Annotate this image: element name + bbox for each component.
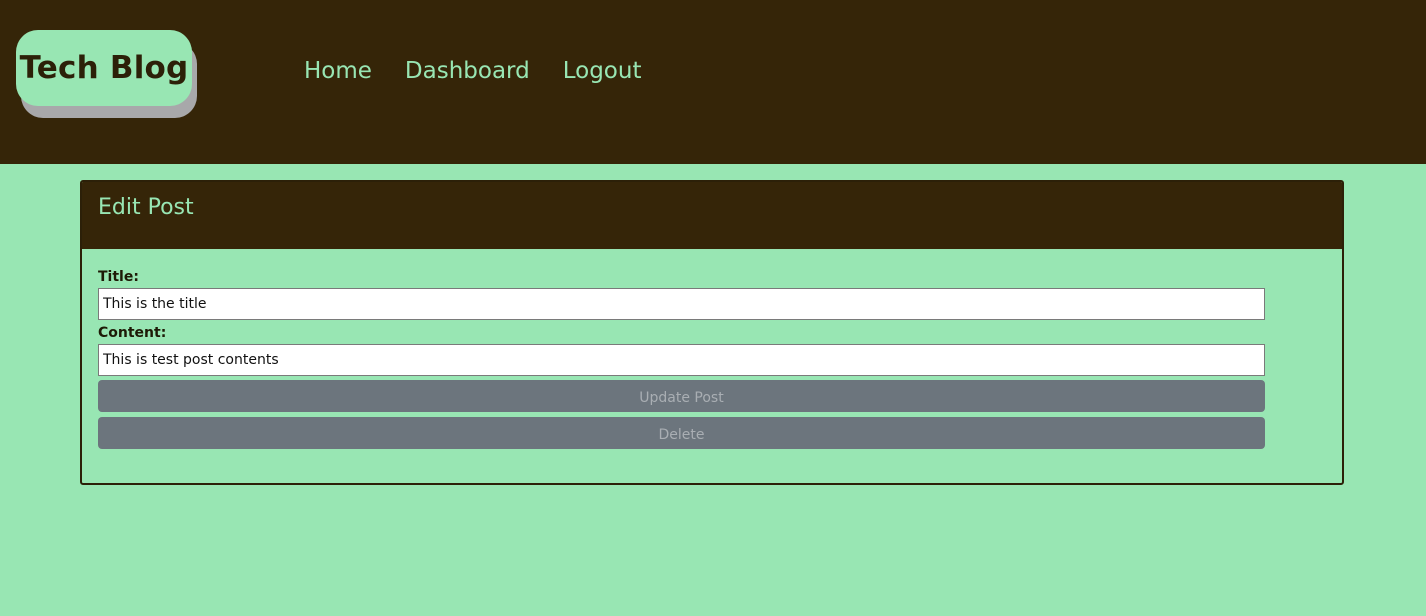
title-input[interactable] <box>98 288 1265 320</box>
logo-text[interactable]: Tech Blog <box>16 30 192 106</box>
nav-link-dashboard[interactable]: Dashboard <box>405 55 530 87</box>
nav-link-logout[interactable]: Logout <box>563 55 642 87</box>
main-nav: Home Dashboard Logout <box>304 55 641 87</box>
card-title: Edit Post <box>98 195 194 220</box>
delete-button[interactable]: Delete <box>98 417 1265 449</box>
edit-post-card: Edit Post Title: Content: Update Post De… <box>80 180 1344 485</box>
title-label: Title: <box>98 269 139 285</box>
update-post-button[interactable]: Update Post <box>98 380 1265 412</box>
site-header: Tech Blog Home Dashboard Logout <box>0 0 1426 164</box>
edit-post-form: Title: Content: Update Post Delete <box>82 249 1342 449</box>
card-header: Edit Post <box>82 182 1342 249</box>
nav-link-home[interactable]: Home <box>304 55 372 87</box>
content-input[interactable] <box>98 344 1265 376</box>
content-label: Content: <box>98 325 167 341</box>
